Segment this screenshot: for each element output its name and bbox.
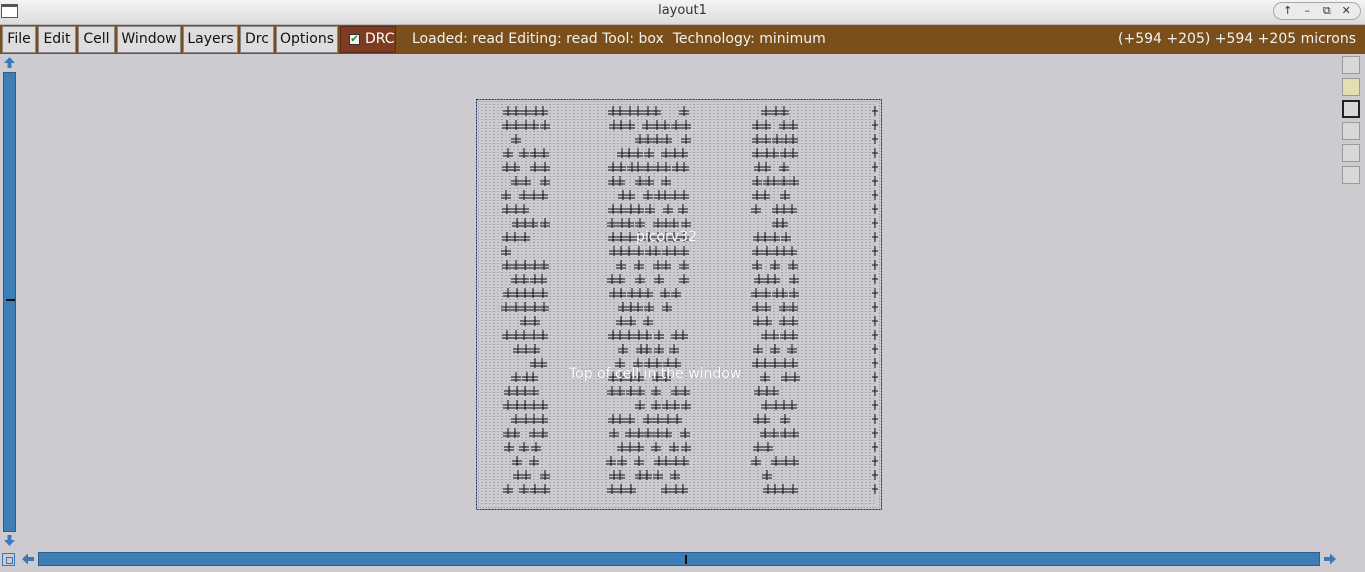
layer-button[interactable] [1342,166,1360,184]
menu-layers[interactable]: Layers [183,26,238,53]
maximize-icon[interactable]: ⧉ [1319,4,1335,18]
layer-button-selected[interactable] [1342,100,1360,118]
vertical-scroll-thumb[interactable] [3,72,16,532]
menu-edit[interactable]: Edit [38,26,76,53]
close-icon[interactable]: ✕ [1338,4,1354,18]
cursor-coordinates: (+594 +205) +594 +205 microns [1118,31,1356,47]
arrow-up-icon[interactable] [2,55,17,70]
drc-toggle[interactable]: ✔ DRC [340,26,396,53]
arrow-right-icon[interactable] [1322,551,1338,567]
horizontal-scroll-thumb[interactable] [38,552,1320,566]
cell-message-label: Top of cell in the window [569,366,742,382]
menu-cell[interactable]: Cell [78,26,115,53]
menu-bar: File Edit Cell Window Layers Drc Options… [0,25,1365,54]
vertical-scrollbar[interactable] [0,54,19,550]
window-title: layout1 [658,3,707,18]
layer-button[interactable] [1342,78,1360,96]
arrow-down-icon[interactable] [2,533,17,548]
menu-drc[interactable]: Drc [240,26,274,53]
horizontal-scrollbar[interactable] [0,550,1365,568]
horizontal-scroll-marker [685,555,687,564]
layer-panel [1340,54,1365,550]
raise-icon[interactable]: ↑ [1280,4,1296,18]
status-text: Loaded: read Editing: read Tool: box Tec… [412,31,826,47]
layer-button[interactable] [1342,144,1360,162]
menu-file[interactable]: File [2,26,36,53]
arrow-left-icon[interactable] [20,551,36,567]
drc-label: DRC [365,31,395,47]
cell-name-label: picorv32 [636,229,697,245]
menu-window[interactable]: Window [117,26,181,53]
minimize-icon[interactable]: – [1299,4,1315,18]
layer-button[interactable] [1342,122,1360,140]
layer-button[interactable] [1342,56,1360,74]
vertical-scroll-marker [6,299,15,301]
zoom-box-icon[interactable] [2,553,15,566]
drc-checkbox[interactable]: ✔ [349,34,360,45]
window-controls: ↑ – ⧉ ✕ [1273,2,1361,20]
menu-options[interactable]: Options [276,26,338,53]
title-bar: layout1 ↑ – ⧉ ✕ [0,0,1365,25]
cell-layout-drawing [476,99,882,510]
layout-canvas[interactable] [476,99,882,510]
